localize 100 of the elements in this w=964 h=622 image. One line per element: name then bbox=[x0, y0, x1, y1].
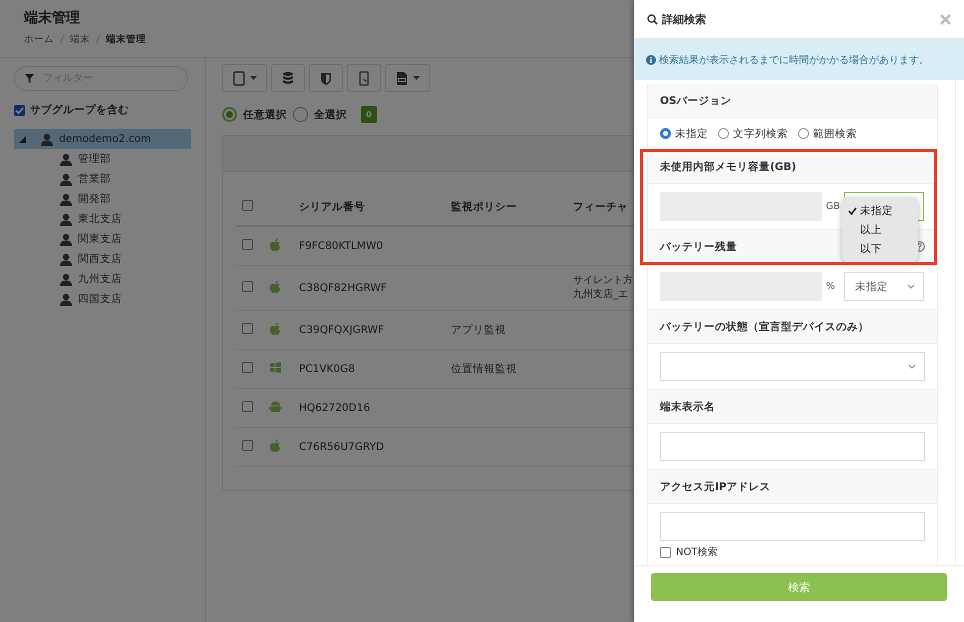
text-field[interactable] bbox=[660, 512, 925, 541]
user-icon bbox=[60, 252, 72, 266]
tree-item[interactable]: 営業部 bbox=[14, 169, 191, 189]
checkbox[interactable] bbox=[242, 200, 253, 210]
info-notice: 検索結果が表示されるまでに時間がかかる場合があります。 bbox=[634, 39, 964, 80]
checkbox[interactable] bbox=[242, 401, 253, 412]
column-header[interactable]: 監視ポリシー bbox=[451, 200, 573, 214]
separator-icon bbox=[96, 35, 100, 44]
select-field[interactable] bbox=[660, 352, 925, 381]
toolbar-button[interactable] bbox=[222, 64, 267, 92]
checkbox-label: NOT検索 bbox=[676, 546, 718, 559]
filter-icon bbox=[25, 74, 34, 83]
table-cell-text: C76R56U7GRYD bbox=[299, 441, 385, 453]
dropdown-item[interactable]: 以上 bbox=[842, 220, 918, 239]
checkbox-label: サブグループを含む bbox=[30, 103, 129, 117]
table-cell: サイレント方 bbox=[573, 274, 633, 288]
csv-file-icon bbox=[395, 70, 409, 86]
tree-item[interactable]: 四国支店 bbox=[14, 289, 191, 309]
phone-icon bbox=[357, 70, 371, 86]
radio-label: 全選択 bbox=[314, 108, 347, 122]
section-title: バッテリー残量 bbox=[660, 240, 737, 254]
radio-label: 範囲検索 bbox=[813, 126, 857, 140]
close-icon bbox=[940, 14, 951, 24]
breadcrumb-link[interactable]: ホーム bbox=[24, 33, 54, 46]
checkbox[interactable] bbox=[242, 281, 253, 292]
checkbox[interactable] bbox=[242, 323, 253, 334]
apple-icon bbox=[269, 280, 282, 294]
user-icon bbox=[60, 292, 72, 306]
shield-icon bbox=[319, 70, 333, 86]
checkbox[interactable] bbox=[14, 104, 25, 116]
user-icon bbox=[60, 192, 72, 206]
unit-label: GB bbox=[826, 201, 841, 212]
tree-item[interactable]: 開発部 bbox=[14, 189, 191, 209]
tree-item[interactable]: 関西支店 bbox=[14, 249, 191, 269]
search-icon bbox=[647, 14, 658, 24]
android-icon bbox=[269, 400, 282, 414]
tree-item[interactable]: 関東支店 bbox=[14, 229, 191, 249]
section-title: OSバージョン bbox=[660, 94, 732, 108]
unit-label: % bbox=[826, 281, 836, 292]
radio-button[interactable] bbox=[718, 128, 729, 139]
user-icon bbox=[60, 232, 72, 246]
checkbox[interactable] bbox=[242, 239, 253, 250]
apple-icon bbox=[269, 322, 282, 336]
table-cell-text: F9FC80KTLMW0 bbox=[299, 240, 384, 252]
breadcrumb-current: 端末管理 bbox=[106, 33, 146, 46]
user-icon bbox=[60, 172, 72, 186]
toolbar-button[interactable] bbox=[309, 64, 343, 92]
database-icon bbox=[281, 70, 295, 86]
radio-button[interactable] bbox=[660, 128, 671, 139]
toolbar-button[interactable] bbox=[385, 64, 430, 92]
section-title: アクセス元IPアドレス bbox=[660, 480, 771, 494]
user-icon bbox=[60, 152, 72, 166]
breadcrumb-link[interactable]: 端末 bbox=[70, 33, 90, 46]
apple-icon bbox=[269, 438, 282, 452]
apple-icon bbox=[269, 238, 282, 252]
section-title: 未使用内部メモリ容量(GB) bbox=[660, 160, 796, 174]
checkbox[interactable] bbox=[242, 440, 253, 451]
dropdown-item[interactable]: 以下 bbox=[842, 239, 918, 258]
tree-item[interactable]: 管理部 bbox=[14, 149, 191, 169]
table-cell-text: 九州支店_エ bbox=[573, 288, 629, 302]
info-icon bbox=[646, 54, 656, 64]
radio-button[interactable] bbox=[293, 107, 308, 122]
tree-item[interactable]: 九州支店 bbox=[14, 269, 191, 289]
toolbar-button[interactable] bbox=[271, 64, 305, 92]
user-icon bbox=[60, 272, 72, 286]
user-icon bbox=[41, 132, 53, 146]
section-title: バッテリーの状態（宣言型デバイスのみ） bbox=[660, 320, 869, 334]
radio-button[interactable] bbox=[798, 128, 809, 139]
column-header[interactable]: シリアル番号 bbox=[299, 200, 451, 214]
windows-icon bbox=[269, 360, 282, 374]
column-header[interactable]: フィーチャ bbox=[573, 200, 628, 214]
select-field[interactable]: 未指定 bbox=[844, 272, 924, 301]
table-cell-text: PC1VK0G8 bbox=[299, 363, 356, 375]
panel-title: 詳細検索 bbox=[662, 12, 707, 26]
chevron-icon bbox=[907, 284, 915, 289]
radio-label: 文字列検索 bbox=[733, 126, 788, 140]
radio-label: 未指定 bbox=[675, 126, 708, 140]
user-icon bbox=[60, 212, 72, 226]
caret-icon bbox=[250, 76, 257, 80]
table-cell-text: HQ62720D16 bbox=[299, 402, 372, 414]
table-cell-text: C38QF82HGRWF bbox=[299, 282, 388, 294]
radio-label: 任意選択 bbox=[243, 108, 287, 122]
separator-icon bbox=[60, 35, 64, 44]
tablet-icon bbox=[232, 70, 246, 86]
radio-button[interactable] bbox=[222, 107, 237, 122]
dropdown-item[interactable]: 未指定 bbox=[842, 201, 918, 220]
checkbox[interactable] bbox=[660, 546, 671, 558]
toolbar-button[interactable] bbox=[347, 64, 381, 92]
table-cell-text: アプリ監視 bbox=[451, 323, 507, 337]
caret-icon bbox=[413, 76, 420, 80]
table-cell-text: C39QFQXJGRWF bbox=[299, 324, 385, 336]
checkbox[interactable] bbox=[242, 362, 253, 373]
chevron-icon bbox=[908, 364, 916, 369]
tree-item[interactable]: demodemo2.com bbox=[14, 129, 191, 149]
tree-item[interactable]: 東北支店 bbox=[14, 209, 191, 229]
text-field[interactable] bbox=[660, 432, 925, 461]
table-cell-text: 位置情報監視 bbox=[451, 362, 518, 376]
page-title: 端末管理 bbox=[24, 9, 80, 28]
section-title: 端末表示名 bbox=[660, 400, 715, 414]
count-badge: 0 bbox=[361, 106, 377, 123]
